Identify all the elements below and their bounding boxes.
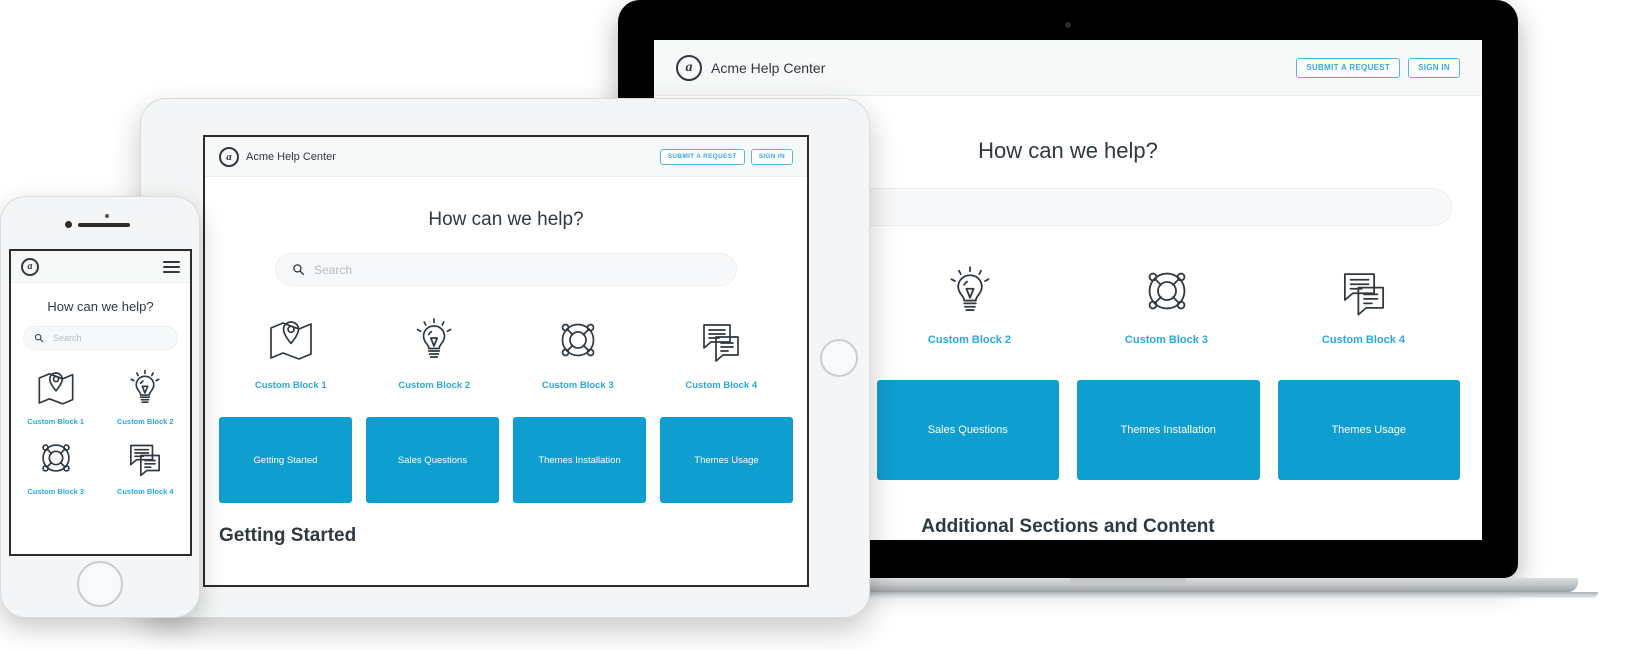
hamburger-menu-icon[interactable]: [163, 260, 180, 273]
header-buttons: SUBMIT A REQUEST SIGN IN: [654, 148, 793, 165]
page-title: How can we help?: [47, 299, 154, 314]
lifebuoy-icon: [42, 444, 70, 472]
custom-block-2[interactable]: Custom Block 2: [363, 316, 507, 391]
custom-block-4[interactable]: Custom Block 4: [650, 316, 794, 391]
phone-body: a How can we help? Search Custom Block 1…: [0, 196, 200, 618]
laptop-camera-icon: [1065, 22, 1071, 28]
custom-blocks-grid: Custom Block 1 Custom Block 2 Custom Blo…: [11, 368, 190, 508]
custom-block-1-label: Custom Block 1: [27, 417, 85, 426]
map-pin-icon: [38, 372, 74, 405]
custom-block-3[interactable]: Custom Block 3: [1068, 264, 1265, 346]
custom-block-3[interactable]: Custom Block 3: [506, 316, 650, 391]
tablet-home-button[interactable]: [820, 339, 858, 377]
header-buttons: SUBMIT A REQUEST SIGN IN: [1288, 57, 1460, 78]
chat-bubbles-icon: [703, 324, 740, 362]
lightbulb-icon: [416, 318, 452, 358]
search-icon: [292, 263, 305, 276]
category-tiles-row: Getting Started Sales Questions Themes I…: [205, 417, 807, 503]
lightbulb-icon: [950, 266, 989, 312]
custom-block-4-label: Custom Block 4: [685, 380, 758, 391]
brand-name: Acme Help Center: [246, 150, 336, 163]
lifebuoy-icon: [561, 323, 595, 357]
laptop-base-notch: [1069, 578, 1186, 585]
custom-block-4-label: Custom Block 4: [116, 487, 174, 496]
tile-themes-installation[interactable]: Themes Installation: [1077, 380, 1260, 480]
custom-block-2-label: Custom Block 2: [116, 417, 174, 426]
tile-themes-installation[interactable]: Themes Installation: [513, 417, 646, 503]
tablet-mockup: a Acme Help Center SUBMIT A REQUEST SIGN…: [140, 98, 870, 618]
brand-name: Acme Help Center: [711, 59, 826, 76]
device-mockup-stage: a Acme Help Center SUBMIT A REQUEST SIGN…: [0, 0, 1637, 650]
submit-a-request-button[interactable]: SUBMIT A REQUEST: [1296, 57, 1401, 78]
custom-block-1[interactable]: Custom Block 1: [11, 368, 101, 426]
custom-block-4[interactable]: Custom Block 4: [101, 438, 191, 496]
search-placeholder: Search: [53, 333, 82, 343]
custom-block-3-label: Custom Block 3: [27, 487, 85, 496]
acme-logo-icon: a: [21, 257, 39, 276]
search-input[interactable]: Search: [275, 253, 737, 286]
phone-site-header: a: [11, 251, 190, 283]
custom-block-3-label: Custom Block 3: [541, 380, 614, 391]
custom-block-4[interactable]: Custom Block 4: [1265, 264, 1462, 346]
tile-themes-usage[interactable]: Themes Usage: [1277, 380, 1460, 480]
sign-in-button[interactable]: SIGN IN: [750, 148, 793, 165]
tablet-site-header: a Acme Help Center SUBMIT A REQUEST SIGN…: [205, 137, 807, 177]
tile-themes-usage[interactable]: Themes Usage: [660, 417, 793, 503]
acme-logo-icon: a: [219, 146, 239, 167]
custom-block-2-label: Custom Block 2: [927, 334, 1012, 346]
phone-sensor-icon: [105, 214, 109, 218]
chat-bubbles-icon: [1343, 273, 1384, 316]
tile-getting-started[interactable]: Getting Started: [219, 417, 352, 503]
lightbulb-icon: [130, 369, 160, 403]
custom-block-2[interactable]: Custom Block 2: [101, 368, 191, 426]
phone-mockup: a How can we help? Search Custom Block 1…: [0, 196, 200, 618]
sign-in-button[interactable]: SIGN IN: [1408, 57, 1460, 78]
map-pin-icon: [269, 321, 312, 360]
tile-sales-questions[interactable]: Sales Questions: [876, 380, 1059, 480]
custom-block-1-label: Custom Block 1: [254, 380, 327, 391]
custom-block-2-label: Custom Block 2: [398, 380, 471, 391]
custom-block-3[interactable]: Custom Block 3: [11, 438, 101, 496]
laptop-site-header: a Acme Help Center SUBMIT A REQUEST SIGN…: [654, 40, 1482, 96]
custom-block-1[interactable]: Custom Block 1: [219, 316, 363, 391]
acme-logo-icon: a: [676, 54, 702, 81]
custom-block-2[interactable]: Custom Block 2: [871, 264, 1068, 346]
page-title: How can we help?: [428, 209, 584, 230]
search-icon: [34, 333, 44, 343]
custom-block-3-label: Custom Block 3: [1124, 334, 1209, 346]
phone-home-button[interactable]: [77, 561, 123, 607]
custom-block-4-label: Custom Block 4: [1321, 334, 1406, 346]
search-input[interactable]: Search: [23, 326, 178, 350]
getting-started-section-title: Getting Started: [219, 525, 357, 546]
phone-screen: a How can we help? Search Custom Block 1…: [9, 249, 192, 556]
search-placeholder: Search: [314, 262, 353, 277]
custom-blocks-row: Custom Block 1: [205, 316, 807, 391]
lifebuoy-icon: [1148, 272, 1185, 310]
brand[interactable]: a Acme Help Center: [219, 146, 336, 167]
phone-speaker: [78, 223, 130, 227]
tile-sales-questions[interactable]: Sales Questions: [366, 417, 499, 503]
submit-a-request-button[interactable]: SUBMIT A REQUEST: [659, 148, 745, 165]
tablet-body: a Acme Help Center SUBMIT A REQUEST SIGN…: [140, 98, 870, 618]
chat-bubbles-icon: [130, 444, 161, 477]
phone-camera-icon: [65, 221, 72, 228]
brand[interactable]: a Acme Help Center: [676, 54, 826, 81]
tablet-screen: a Acme Help Center SUBMIT A REQUEST SIGN…: [203, 135, 809, 587]
